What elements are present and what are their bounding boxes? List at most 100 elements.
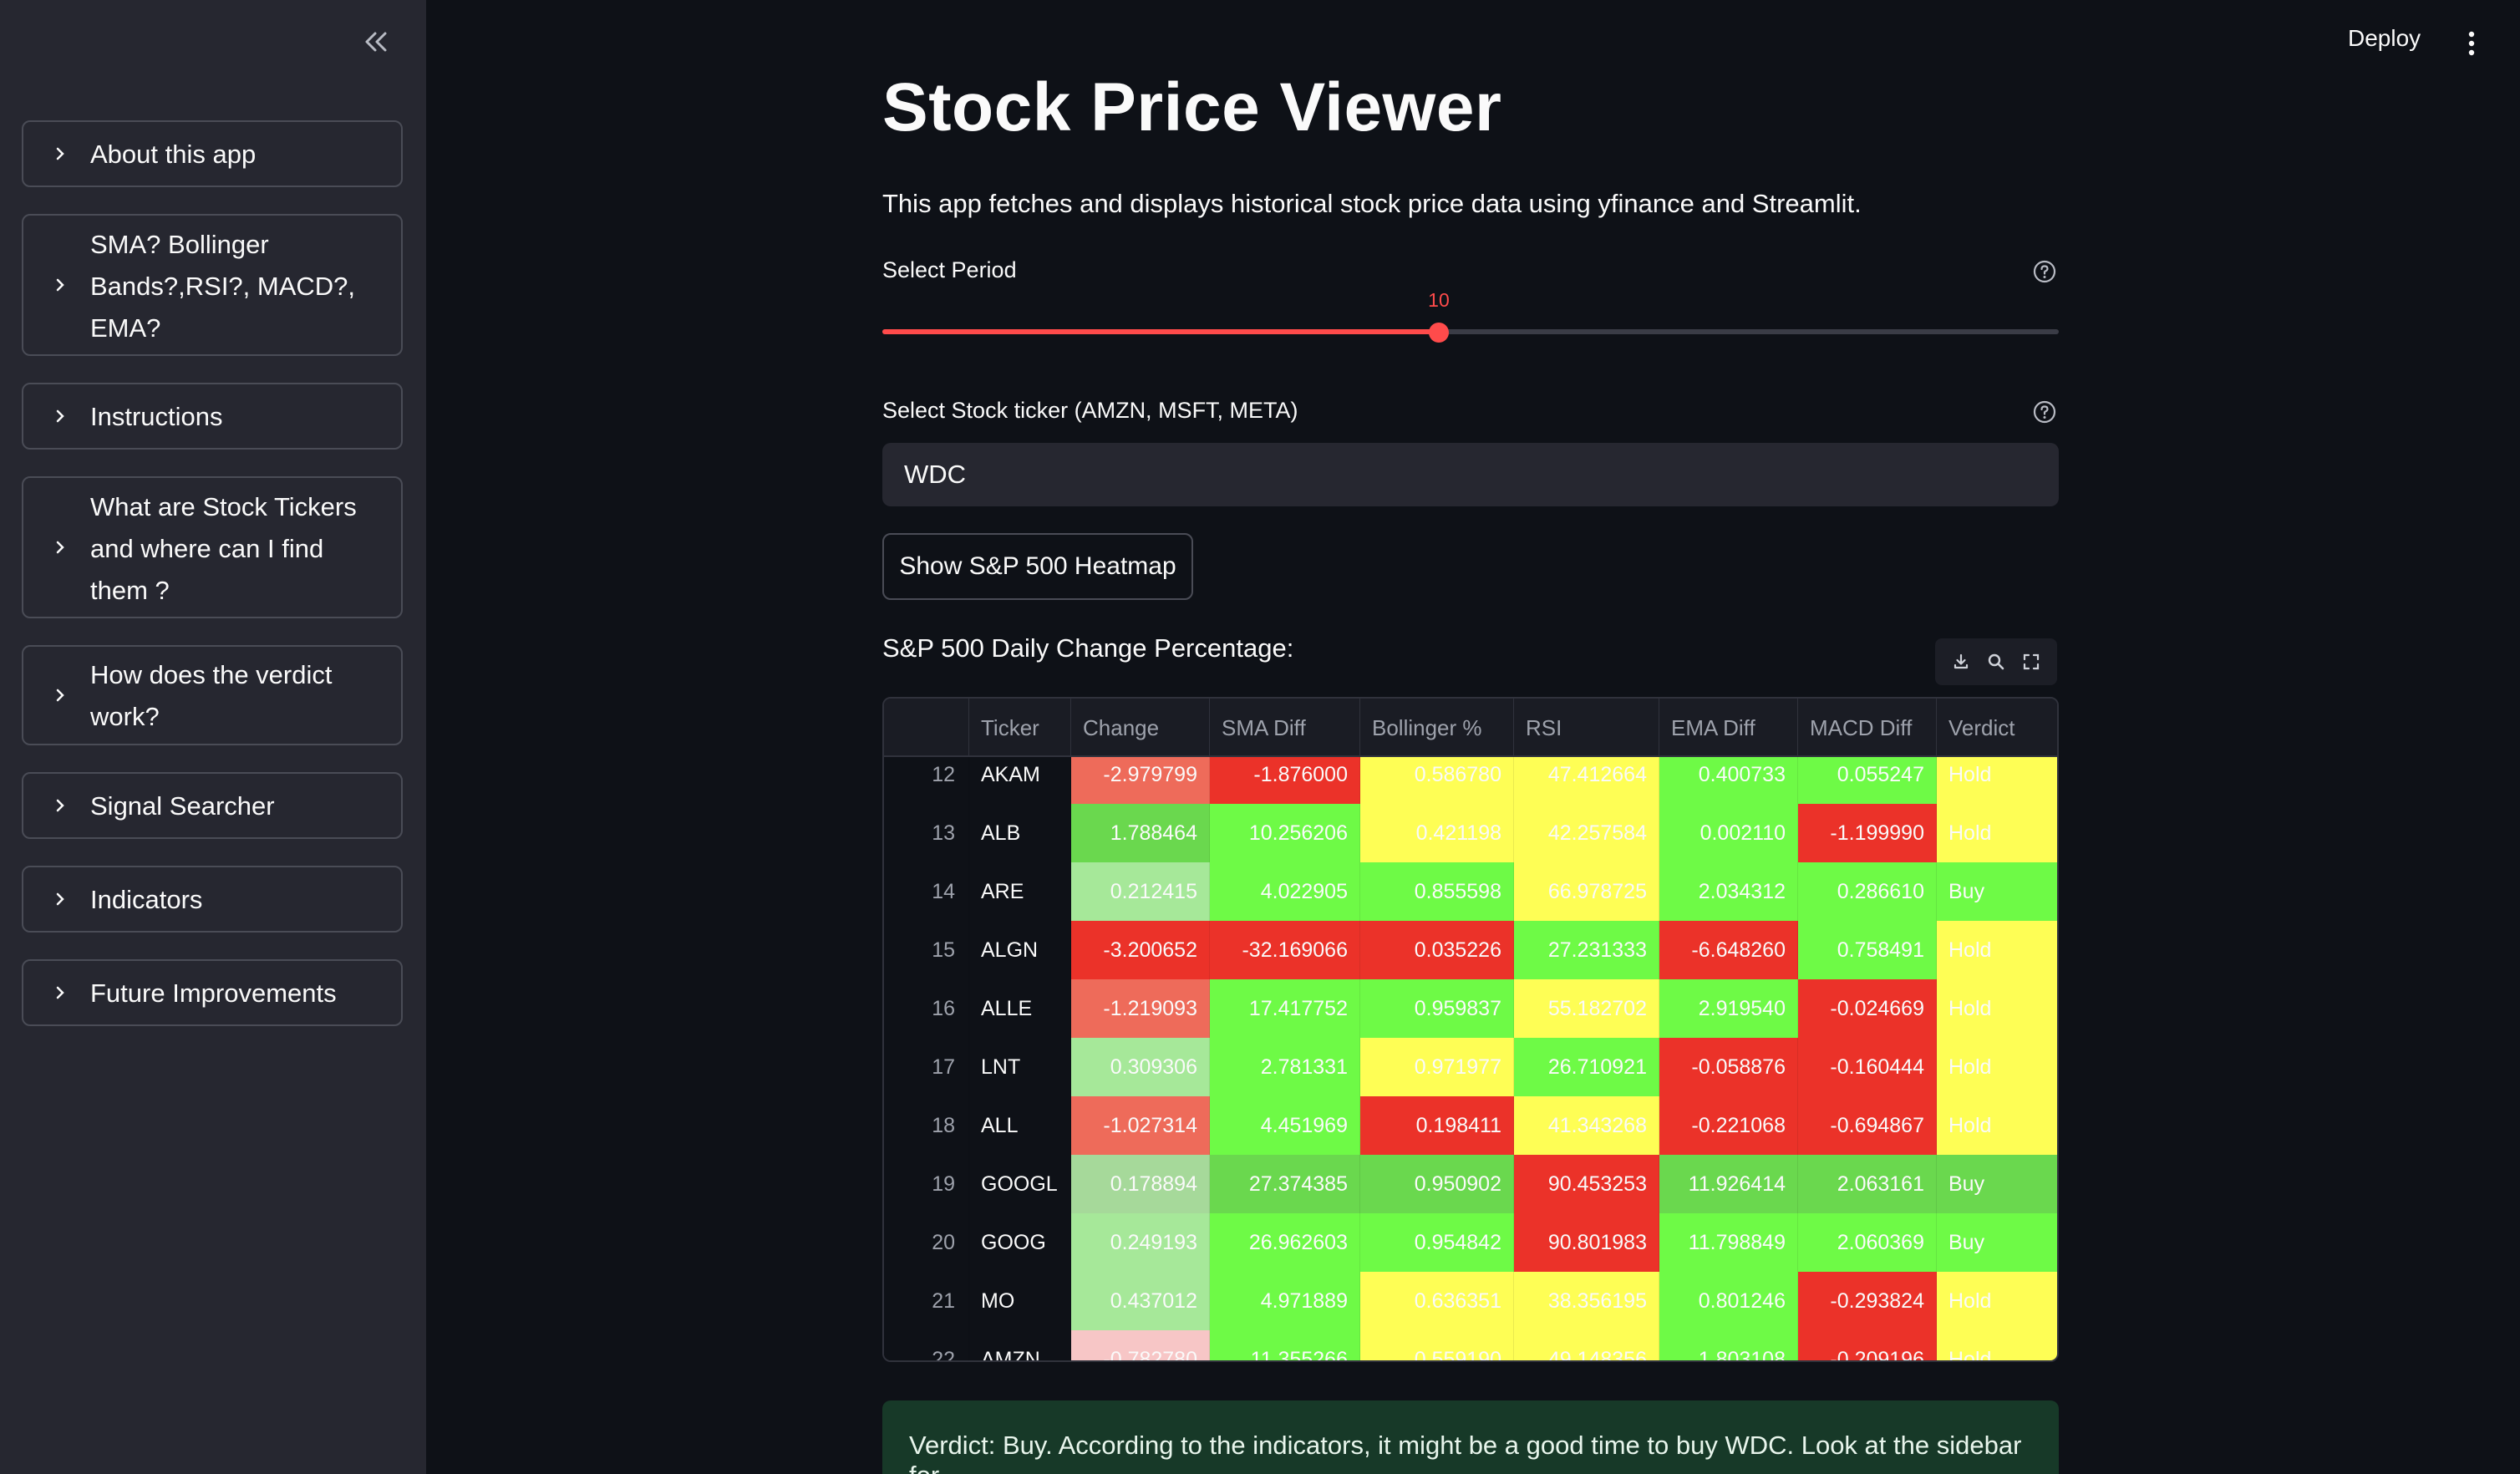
ema-cell[interactable]: 1.803108 xyxy=(1659,1330,1798,1360)
verdict-cell[interactable]: Hold xyxy=(1937,1096,2057,1155)
macd-cell[interactable]: 2.060369 xyxy=(1798,1213,1937,1272)
sma-cell[interactable]: 17.417752 xyxy=(1210,979,1360,1038)
rsi-cell[interactable]: 49.148356 xyxy=(1514,1330,1659,1360)
column-header[interactable]: SMA Diff xyxy=(1210,699,1360,757)
sma-cell[interactable]: -1.876000 xyxy=(1210,757,1360,804)
expander-signal-searcher[interactable]: Signal Searcher xyxy=(22,772,403,839)
macd-cell[interactable]: 2.063161 xyxy=(1798,1155,1937,1213)
boll-cell[interactable]: 0.855598 xyxy=(1360,862,1514,921)
macd-cell[interactable]: -1.199990 xyxy=(1798,804,1937,862)
ema-cell[interactable]: -6.648260 xyxy=(1659,921,1798,979)
verdict-cell[interactable]: Hold xyxy=(1937,979,2057,1038)
expander-verdict[interactable]: How does the verdict work? xyxy=(22,645,403,745)
search-icon[interactable] xyxy=(1985,651,2007,673)
ticker-cell[interactable]: GOOGL xyxy=(969,1155,1071,1213)
ticker-cell[interactable]: ALB xyxy=(969,804,1071,862)
sma-cell[interactable]: 11.355266 xyxy=(1210,1330,1360,1360)
ticker-cell[interactable]: LNT xyxy=(969,1038,1071,1096)
macd-cell[interactable]: -0.209196 xyxy=(1798,1330,1937,1360)
table-row[interactable]: 17 LNT 0.309306 2.781331 0.971977 26.710921 -0… xyxy=(884,1038,2057,1096)
expander-about[interactable]: About this app xyxy=(22,120,403,187)
ema-cell[interactable]: -0.221068 xyxy=(1659,1096,1798,1155)
download-icon[interactable] xyxy=(1950,651,1972,673)
expander-indicators-explained[interactable]: SMA? Bollinger Bands?,RSI?, MACD?, EMA? xyxy=(22,214,403,356)
verdict-cell[interactable]: Buy xyxy=(1937,862,2057,921)
macd-cell[interactable]: -0.024669 xyxy=(1798,979,1937,1038)
expander-stock-tickers[interactable]: What are Stock Tickers and where can I f… xyxy=(22,476,403,618)
slider-thumb[interactable] xyxy=(1428,323,1449,343)
column-header[interactable]: Bollinger % xyxy=(1360,699,1514,757)
ticker-cell[interactable]: ALL xyxy=(969,1096,1071,1155)
table-row[interactable]: 16 ALLE -1.219093 17.417752 0.959837 55.18270… xyxy=(884,979,2057,1038)
rsi-cell[interactable]: 90.801983 xyxy=(1514,1213,1659,1272)
help-icon[interactable] xyxy=(2032,399,2057,424)
table-row[interactable]: 21 MO 0.437012 4.971889 0.636351 38.356195 0.8… xyxy=(884,1272,2057,1330)
expander-instructions[interactable]: Instructions xyxy=(22,383,403,450)
ema-cell[interactable]: 0.801246 xyxy=(1659,1272,1798,1330)
ema-cell[interactable]: 0.400733 xyxy=(1659,757,1798,804)
verdict-cell[interactable]: Hold xyxy=(1937,1272,2057,1330)
boll-cell[interactable]: 0.959837 xyxy=(1360,979,1514,1038)
boll-cell[interactable]: 0.198411 xyxy=(1360,1096,1514,1155)
rsi-cell[interactable]: 90.453253 xyxy=(1514,1155,1659,1213)
column-header[interactable]: MACD Diff xyxy=(1798,699,1937,757)
boll-cell[interactable]: 0.971977 xyxy=(1360,1038,1514,1096)
rsi-cell[interactable]: 47.412664 xyxy=(1514,757,1659,804)
column-header[interactable]: EMA Diff xyxy=(1659,699,1798,757)
table-body[interactable]: 12 AKAM -2.979799 -1.876000 0.586780 47.41266… xyxy=(884,757,2057,1360)
column-header[interactable]: RSI xyxy=(1514,699,1659,757)
table-row[interactable]: 18 ALL -1.027314 4.451969 0.198411 41.343268-… xyxy=(884,1096,2057,1155)
ticker-cell[interactable]: GOOG xyxy=(969,1213,1071,1272)
expander-future-improvements[interactable]: Future Improvements xyxy=(22,959,403,1026)
help-icon[interactable] xyxy=(2032,259,2057,284)
macd-cell[interactable]: 0.286610 xyxy=(1798,862,1937,921)
verdict-cell[interactable]: Hold xyxy=(1937,1038,2057,1096)
rsi-cell[interactable]: 38.356195 xyxy=(1514,1272,1659,1330)
ema-cell[interactable]: 0.002110 xyxy=(1659,804,1798,862)
change-cell[interactable]: 0.437012 xyxy=(1071,1272,1210,1330)
sma-cell[interactable]: 4.451969 xyxy=(1210,1096,1360,1155)
sma-cell[interactable]: 10.256206 xyxy=(1210,804,1360,862)
ema-cell[interactable]: -0.058876 xyxy=(1659,1038,1798,1096)
ticker-cell[interactable]: MO xyxy=(969,1272,1071,1330)
table-row[interactable]: 22 AMZN -0.782780 11.355266 0.559190 49.14835… xyxy=(884,1330,2057,1360)
verdict-cell[interactable]: Buy xyxy=(1937,1213,2057,1272)
rsi-cell[interactable]: 66.978725 xyxy=(1514,862,1659,921)
boll-cell[interactable]: 0.421198 xyxy=(1360,804,1514,862)
macd-cell[interactable]: 0.055247 xyxy=(1798,757,1937,804)
change-cell[interactable]: 0.212415 xyxy=(1071,862,1210,921)
change-cell[interactable]: 0.178894 xyxy=(1071,1155,1210,1213)
ema-cell[interactable]: 2.034312 xyxy=(1659,862,1798,921)
ticker-cell[interactable]: ARE xyxy=(969,862,1071,921)
macd-cell[interactable]: -0.160444 xyxy=(1798,1038,1937,1096)
sma-cell[interactable]: 26.962603 xyxy=(1210,1213,1360,1272)
ema-cell[interactable]: 2.919540 xyxy=(1659,979,1798,1038)
sma-cell[interactable]: 4.971889 xyxy=(1210,1272,1360,1330)
boll-cell[interactable]: 0.586780 xyxy=(1360,757,1514,804)
table-row[interactable]: 20 GOOG 0.249193 26.962603 0.954842 90.801983… xyxy=(884,1213,2057,1272)
rsi-cell[interactable]: 42.257584 xyxy=(1514,804,1659,862)
change-cell[interactable]: -2.979799 xyxy=(1071,757,1210,804)
rsi-cell[interactable]: 27.231333 xyxy=(1514,921,1659,979)
macd-cell[interactable]: -0.293824 xyxy=(1798,1272,1937,1330)
table-row[interactable]: 12 AKAM -2.979799 -1.876000 0.586780 47.41266… xyxy=(884,757,2057,804)
macd-cell[interactable]: -0.694867 xyxy=(1798,1096,1937,1155)
rsi-cell[interactable]: 55.182702 xyxy=(1514,979,1659,1038)
table-row[interactable]: 19 GOOGL 0.178894 27.374385 0.950902 90.45325… xyxy=(884,1155,2057,1213)
verdict-cell[interactable]: Buy xyxy=(1937,1155,2057,1213)
fullscreen-icon[interactable] xyxy=(2020,651,2042,673)
verdict-cell[interactable]: Hold xyxy=(1937,804,2057,862)
ema-cell[interactable]: 11.926414 xyxy=(1659,1155,1798,1213)
ticker-cell[interactable]: AMZN xyxy=(969,1330,1071,1360)
boll-cell[interactable]: 0.559190 xyxy=(1360,1330,1514,1360)
ticker-cell[interactable]: ALLE xyxy=(969,979,1071,1038)
deploy-button[interactable]: Deploy xyxy=(2348,25,2421,52)
sma-cell[interactable]: 27.374385 xyxy=(1210,1155,1360,1213)
show-heatmap-button[interactable]: Show S&P 500 Heatmap xyxy=(882,533,1193,600)
sma-cell[interactable]: -32.169066 xyxy=(1210,921,1360,979)
ema-cell[interactable]: 11.798849 xyxy=(1659,1213,1798,1272)
sma-cell[interactable]: 4.022905 xyxy=(1210,862,1360,921)
table-row[interactable]: 13 ALB 1.788464 10.256206 0.421198 42.257584 0… xyxy=(884,804,2057,862)
expander-indicators[interactable]: Indicators xyxy=(22,866,403,933)
rsi-cell[interactable]: 26.710921 xyxy=(1514,1038,1659,1096)
